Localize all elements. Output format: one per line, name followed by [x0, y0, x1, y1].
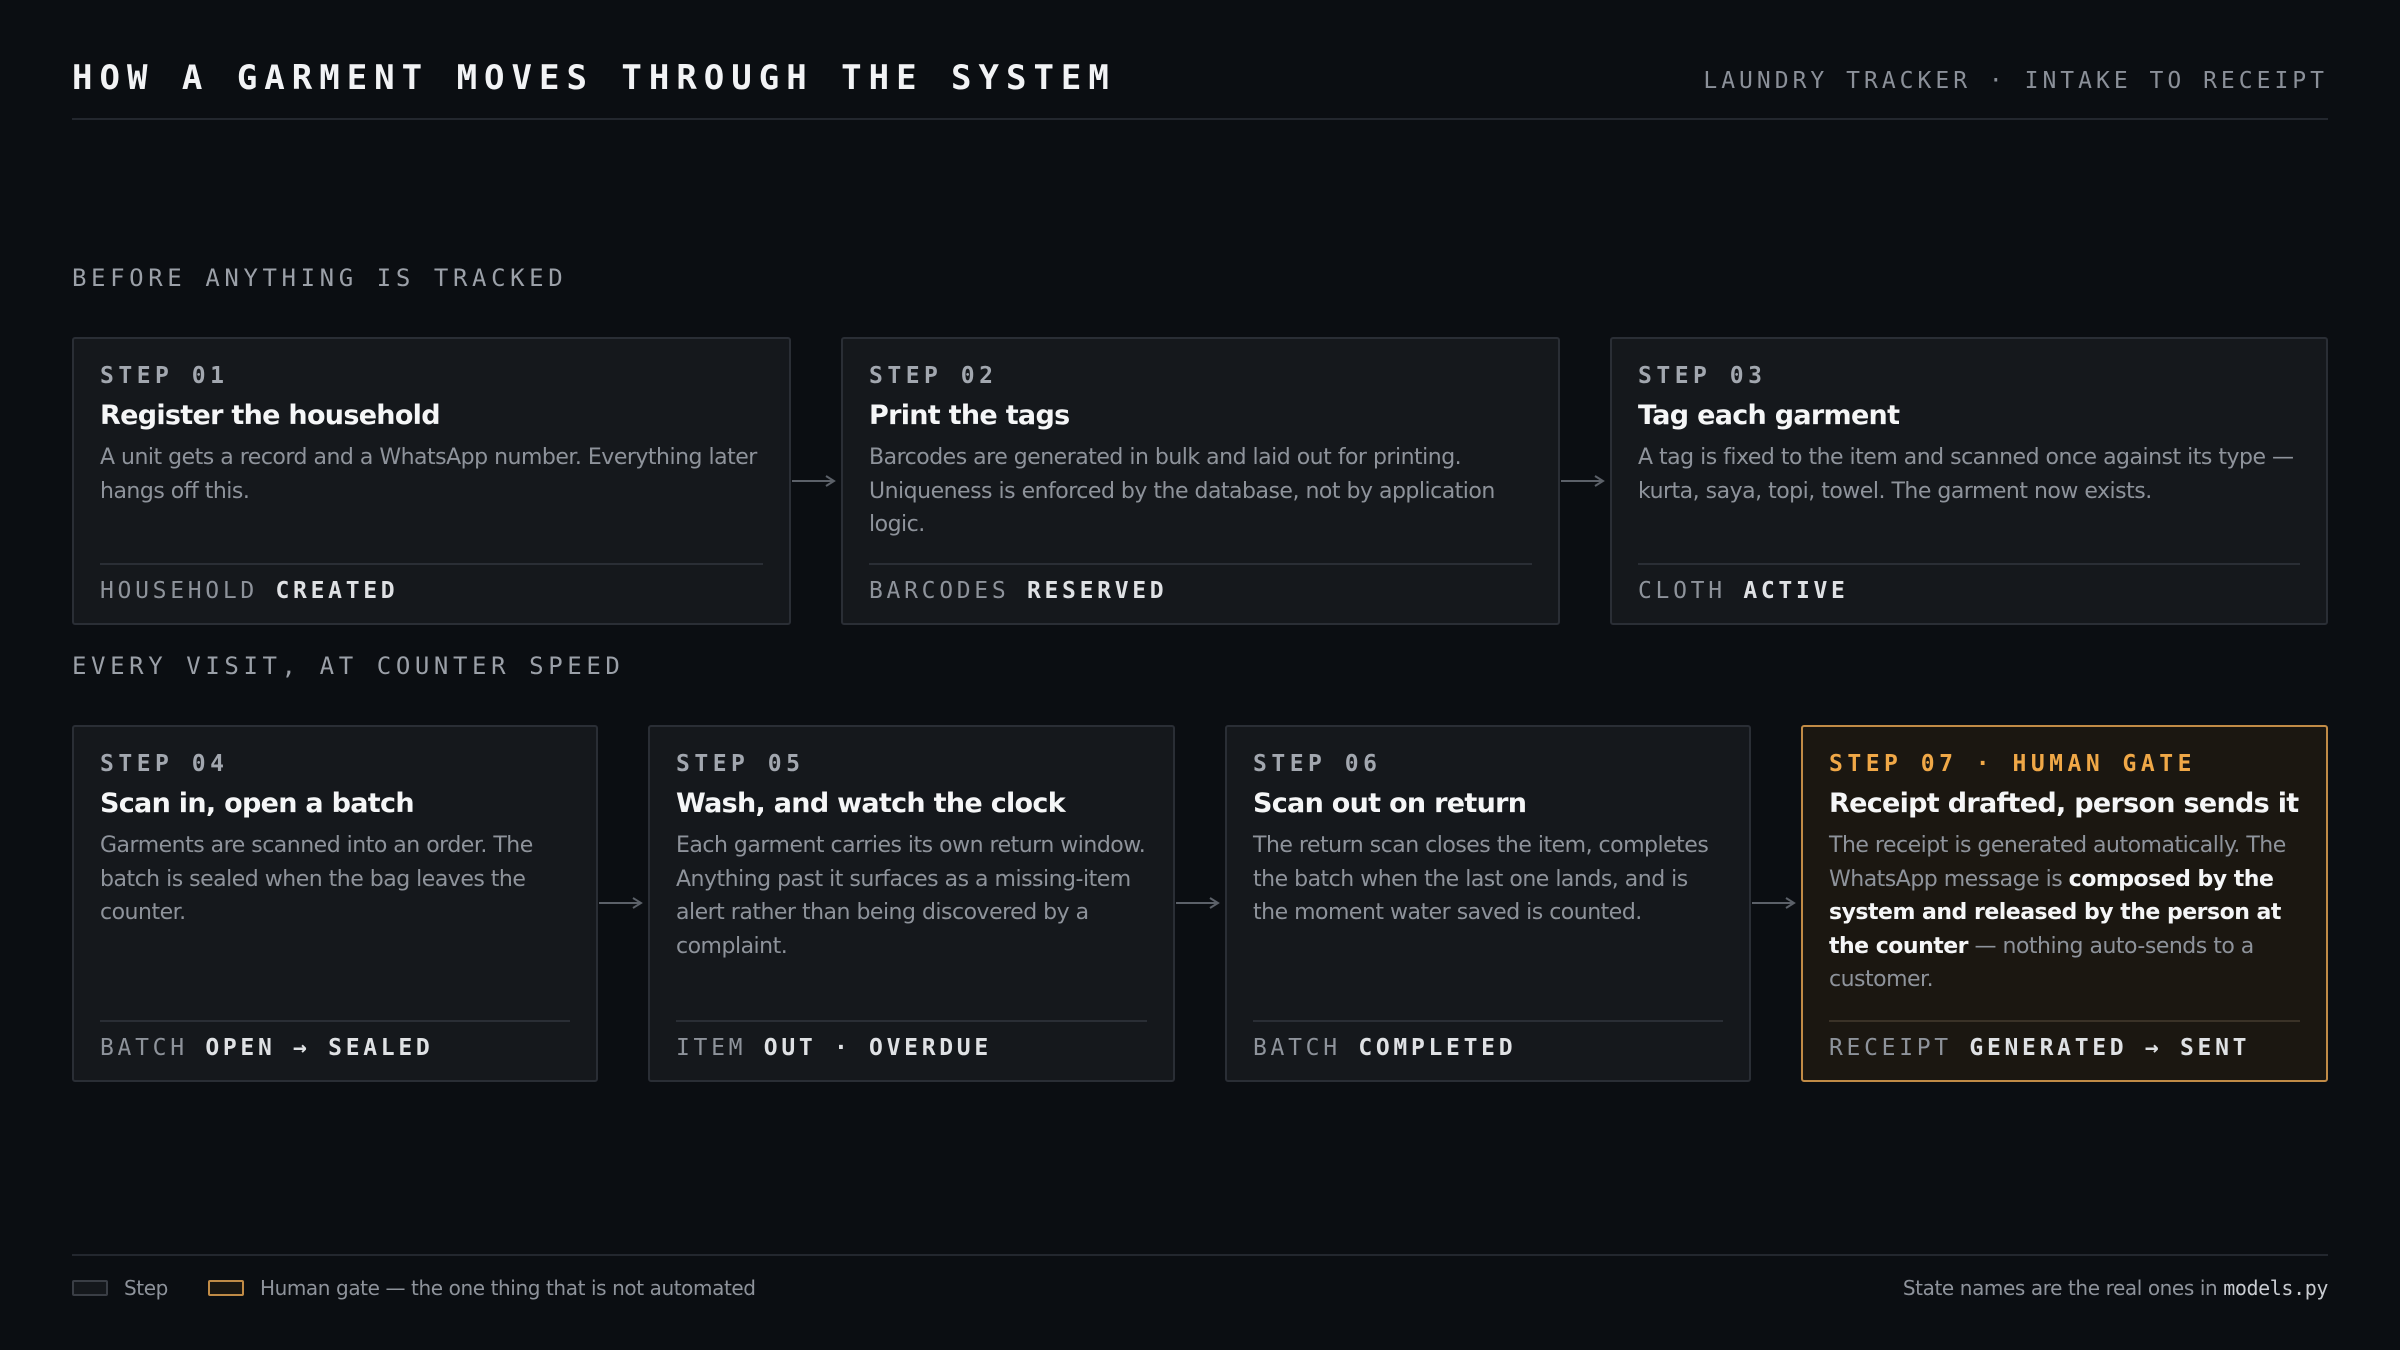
state-label: CLOTH ACTIVE	[1638, 563, 2300, 623]
footer-code-filename: models.py	[2223, 1276, 2328, 1300]
step-card-06: STEP 06 Scan out on return The return sc…	[1225, 725, 1751, 1082]
section-label-visit: EVERY VISIT, AT COUNTER SPEED	[72, 652, 625, 680]
step-number: STEP 05	[676, 751, 805, 777]
state-label: BATCH OPEN → SEALED	[100, 1020, 570, 1080]
state-entity: RECEIPT	[1829, 1035, 1952, 1061]
state-label: RECEIPT GENERATED → SENT	[1829, 1020, 2300, 1080]
step-card-04: STEP 04 Scan in, open a batch Garments a…	[72, 725, 598, 1082]
step-card-01: STEP 01 Register the household A unit ge…	[72, 337, 791, 625]
step-card-02: STEP 02 Print the tags Barcodes are gene…	[841, 337, 1560, 625]
step-number: STEP 02	[869, 363, 998, 389]
step-title: Tag each garment	[1638, 400, 1900, 431]
step-number: STEP 04	[100, 751, 229, 777]
state-label: BATCH COMPLETED	[1253, 1020, 1723, 1080]
state-entity: BATCH	[100, 1035, 188, 1061]
state-label: BARCODES RESERVED	[869, 563, 1532, 623]
step-number: STEP 01	[100, 363, 229, 389]
flow-arrow-icon	[1561, 475, 1605, 487]
step-title: Register the household	[100, 400, 441, 431]
state-value: CREATED	[275, 578, 399, 604]
legend-gate-label: Human gate — the one thing that is not a…	[259, 1276, 756, 1300]
legend: Step Human gate — the one thing that is …	[72, 1276, 756, 1300]
state-value: RESERVED	[1026, 578, 1168, 604]
footer: Step Human gate — the one thing that is …	[72, 1254, 2328, 1316]
footer-note: State names are the real ones in models.…	[1902, 1276, 2329, 1300]
state-value: COMPLETED	[1358, 1035, 1517, 1061]
state-value: OUT · OVERDUE	[763, 1035, 992, 1061]
step-number: STEP 07 · HUMAN GATE	[1829, 751, 2196, 777]
state-entity: HOUSEHOLD	[100, 578, 258, 604]
step-description: A unit gets a record and a WhatsApp numb…	[100, 445, 757, 504]
footer-note-text: State names are the real ones in	[1902, 1276, 2218, 1300]
state-entity: CLOTH	[1638, 578, 1726, 604]
step-description: A tag is fixed to the item and scanned o…	[1638, 445, 2294, 504]
state-entity: ITEM	[676, 1035, 747, 1061]
flow-arrow-icon	[792, 475, 836, 487]
step-title: Wash, and watch the clock	[676, 788, 1066, 819]
page-title: HOW A GARMENT MOVES THROUGH THE SYSTEM	[72, 58, 1116, 98]
step-card-05: STEP 05 Wash, and watch the clock Each g…	[648, 725, 1175, 1082]
step-card-07-human-gate: STEP 07 · HUMAN GATE Receipt drafted, pe…	[1801, 725, 2328, 1082]
flow-arrow-icon	[599, 897, 643, 909]
step-description: Barcodes are generated in bulk and laid …	[869, 445, 1495, 537]
page-subtitle: LAUNDRY TRACKER · INTAKE TO RECEIPT	[1703, 68, 2328, 94]
flow-arrow-icon	[1176, 897, 1220, 909]
step-number: STEP 06	[1253, 751, 1382, 777]
state-entity: BARCODES	[869, 578, 1010, 604]
step-title: Print the tags	[869, 400, 1070, 431]
legend-step-swatch	[72, 1280, 108, 1296]
step-description: Garments are scanned into an order. The …	[100, 833, 533, 925]
state-value: OPEN → SEALED	[205, 1035, 434, 1061]
legend-gate-swatch	[207, 1280, 244, 1296]
flow-arrow-icon	[1752, 897, 1796, 909]
legend-step-label: Step	[124, 1276, 168, 1300]
state-value: GENERATED → SENT	[1969, 1035, 2251, 1061]
step-description: The receipt is generated automatically. …	[1829, 829, 2300, 997]
state-label: HOUSEHOLD CREATED	[100, 563, 763, 623]
step-title: Receipt drafted, person sends it	[1829, 788, 2299, 819]
state-label: ITEM OUT · OVERDUE	[676, 1020, 1147, 1080]
header: HOW A GARMENT MOVES THROUGH THE SYSTEM L…	[72, 52, 2328, 120]
state-value: ACTIVE	[1743, 578, 1849, 604]
step-title: Scan out on return	[1253, 788, 1527, 819]
section-label-setup: BEFORE ANYTHING IS TRACKED	[72, 264, 568, 292]
step-card-03: STEP 03 Tag each garment A tag is fixed …	[1610, 337, 2328, 625]
step-description: The return scan closes the item, complet…	[1253, 833, 1709, 925]
state-entity: BATCH	[1253, 1035, 1341, 1061]
step-description: Each garment carries its own return wind…	[676, 833, 1146, 959]
step-number: STEP 03	[1638, 363, 1767, 389]
step-title: Scan in, open a batch	[100, 788, 415, 819]
